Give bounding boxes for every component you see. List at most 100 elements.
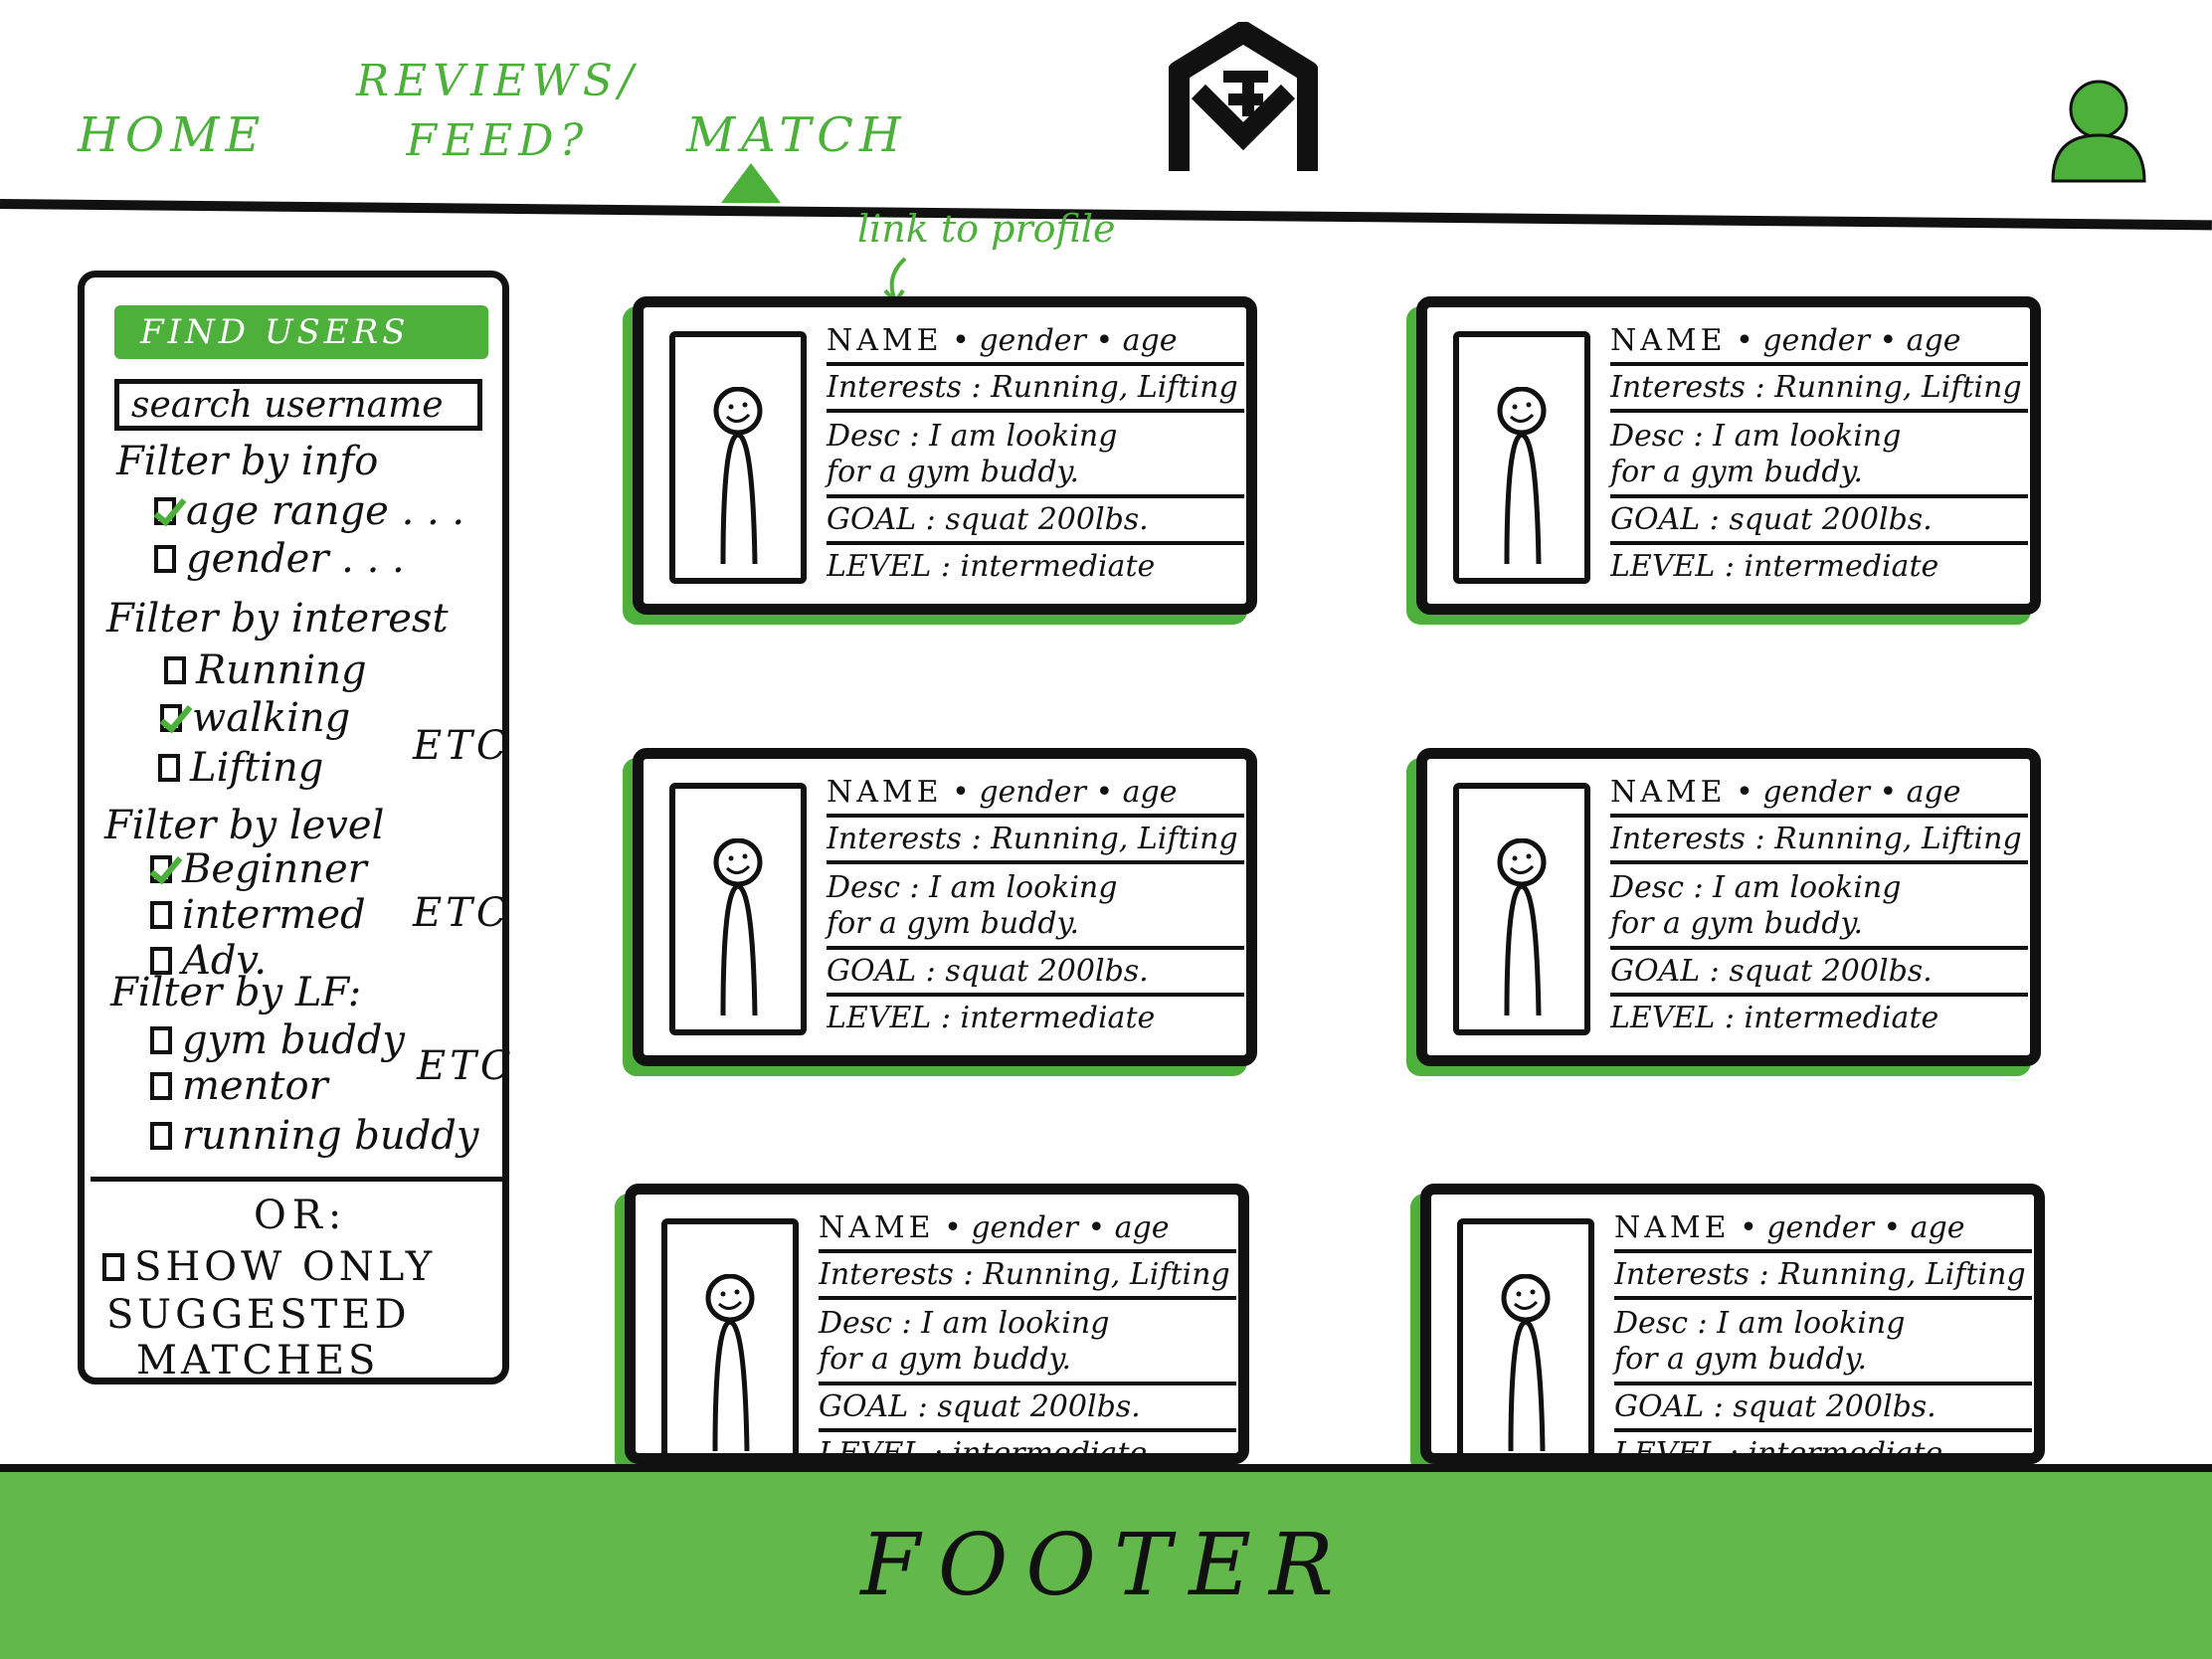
footer-label: FOOTER <box>860 1516 1352 1615</box>
annotation-link-to-profile: link to profile <box>857 207 1116 251</box>
suggested-line3: MATCHES <box>136 1338 380 1383</box>
search-username-input[interactable]: search username <box>114 379 482 431</box>
name-line: NAME • gender • age <box>1614 1206 2032 1253</box>
nav-match[interactable]: MATCH <box>686 107 907 163</box>
profile-desc-line1: Desc : I am looking <box>1610 870 1902 905</box>
profile-card[interactable]: NAME • gender • age Interests : Running,… <box>633 748 1257 1066</box>
profile-name[interactable]: NAME <box>819 1210 935 1245</box>
profile-desc-line2: for a gym buddy. <box>819 1342 1072 1377</box>
user-avatar-icon[interactable] <box>2047 76 2150 189</box>
name-line: NAME • gender • age <box>1610 319 2028 366</box>
intermediate-label: intermed <box>182 892 366 938</box>
suggested-matches-checkbox[interactable]: SHOW ONLY <box>102 1244 436 1290</box>
nav-reviews-line2: FEED? <box>406 115 590 166</box>
checkbox-icon <box>158 754 180 782</box>
beginner-checkbox[interactable]: Beginner <box>150 846 367 892</box>
profile-desc: Desc : I am looking for a gym buddy. <box>827 413 1244 498</box>
monogram-logo-icon[interactable] <box>1168 21 1319 185</box>
mentor-label: mentor <box>182 1063 328 1109</box>
profile-desc-line2: for a gym buddy. <box>827 906 1080 941</box>
age-range-checkbox[interactable]: age range . . . <box>154 488 464 534</box>
profile-name[interactable]: NAME <box>1614 1210 1731 1245</box>
stick-figure-icon <box>705 1274 755 1452</box>
profile-photo <box>661 1218 799 1453</box>
nav-home[interactable]: HOME <box>78 107 266 163</box>
profile-interests: Interests : Running, Lifting <box>827 366 1244 413</box>
or-label: OR: <box>254 1193 348 1238</box>
stick-figure-icon <box>1501 1274 1551 1452</box>
stick-figure-icon <box>1497 838 1547 1016</box>
walking-checkbox[interactable]: walking <box>160 695 350 741</box>
walking-label: walking <box>192 695 351 741</box>
profile-desc-line1: Desc : I am looking <box>1610 419 1902 454</box>
profile-info: NAME • gender • age Interests : Running,… <box>827 771 1244 1039</box>
find-users-button[interactable]: FIND USERS <box>114 305 488 359</box>
stick-figure-icon <box>1497 387 1547 565</box>
profile-name[interactable]: NAME <box>1610 323 1727 358</box>
running-buddy-label: running buddy <box>182 1113 479 1159</box>
profile-name[interactable]: NAME <box>1610 775 1727 810</box>
profile-desc: Desc : I am looking for a gym buddy. <box>819 1300 1236 1385</box>
etc-lf: ETC <box>417 1043 515 1089</box>
profile-desc: Desc : I am looking for a gym buddy. <box>1614 1300 2032 1385</box>
checkbox-icon <box>150 1026 172 1054</box>
active-tab-indicator <box>721 163 781 203</box>
profile-card[interactable]: NAME • gender • age Interests : Running,… <box>1416 296 2041 615</box>
checkbox-icon <box>150 901 172 929</box>
name-line: NAME • gender • age <box>1610 771 2028 818</box>
profile-goal: GOAL : squat 200lbs. <box>827 498 1244 545</box>
profile-goal: GOAL : squat 200lbs. <box>1610 498 2028 545</box>
profile-meta: • gender • age <box>944 1210 1170 1245</box>
running-buddy-checkbox[interactable]: running buddy <box>150 1113 478 1159</box>
profile-interests: Interests : Running, Lifting <box>1610 366 2028 413</box>
profile-name[interactable]: NAME <box>827 323 943 358</box>
intermediate-checkbox[interactable]: intermed <box>150 892 366 938</box>
profile-desc: Desc : I am looking for a gym buddy. <box>1610 413 2028 498</box>
filter-interest-heading: Filter by interest <box>106 596 449 642</box>
profile-info: NAME • gender • age Interests : Running,… <box>1614 1206 2032 1453</box>
etc-interest: ETC <box>413 723 511 769</box>
nav-reviews-feed[interactable]: REVIEWS/ FEED? <box>356 52 640 171</box>
page-footer: FOOTER <box>0 1464 2212 1659</box>
profile-meta: • gender • age <box>1736 775 1961 810</box>
gender-checkbox[interactable]: gender . . . <box>154 536 405 582</box>
mentor-checkbox[interactable]: mentor <box>150 1063 328 1109</box>
profile-level: LEVEL : intermediate <box>819 1436 1148 1464</box>
profile-desc-line1: Desc : I am looking <box>827 419 1118 454</box>
filter-lf-heading: Filter by LF: <box>110 970 362 1015</box>
profile-photo <box>669 783 807 1035</box>
profile-interests: Interests : Running, Lifting <box>1610 818 2028 864</box>
profile-level: LEVEL : intermediate <box>1610 1001 1939 1035</box>
profile-photo <box>669 331 807 584</box>
profile-card[interactable]: NAME • gender • age Interests : Running,… <box>1420 1184 2045 1464</box>
profile-card[interactable]: NAME • gender • age Interests : Running,… <box>633 296 1257 615</box>
profile-desc-line2: for a gym buddy. <box>1614 1342 1868 1377</box>
gym-buddy-checkbox[interactable]: gym buddy <box>150 1017 405 1063</box>
sidebar-divider <box>91 1177 502 1182</box>
profile-goal: GOAL : squat 200lbs. <box>1614 1385 2032 1432</box>
running-label: Running <box>196 647 367 693</box>
profile-meta: • gender • age <box>1736 323 1961 358</box>
nav-reviews-line1: REVIEWS/ <box>356 56 640 106</box>
profile-goal: GOAL : squat 200lbs. <box>827 950 1244 997</box>
profile-name[interactable]: NAME <box>827 775 943 810</box>
profile-interests: Interests : Running, Lifting <box>1614 1253 2032 1300</box>
checkbox-icon <box>164 656 186 684</box>
suggested-line2: SUGGESTED <box>106 1292 411 1338</box>
name-line: NAME • gender • age <box>819 1206 1236 1253</box>
profile-desc-line2: for a gym buddy. <box>1610 455 1864 489</box>
name-line: NAME • gender • age <box>827 319 1244 366</box>
profile-card[interactable]: NAME • gender • age Interests : Running,… <box>1416 748 2041 1066</box>
profile-desc-line2: for a gym buddy. <box>827 455 1080 489</box>
suggested-line1: SHOW ONLY <box>134 1244 437 1290</box>
profile-interests: Interests : Running, Lifting <box>819 1253 1236 1300</box>
running-checkbox[interactable]: Running <box>164 647 367 693</box>
filter-info-heading: Filter by info <box>116 439 379 484</box>
lifting-checkbox[interactable]: Lifting <box>158 745 323 791</box>
checkbox-icon <box>150 1122 172 1150</box>
age-range-label: age range . . . <box>186 488 465 534</box>
profile-desc-line1: Desc : I am looking <box>827 870 1118 905</box>
profile-card[interactable]: NAME • gender • age Interests : Running,… <box>625 1184 1249 1464</box>
profile-desc: Desc : I am looking for a gym buddy. <box>1610 864 2028 950</box>
filter-level-heading: Filter by level <box>104 803 385 848</box>
